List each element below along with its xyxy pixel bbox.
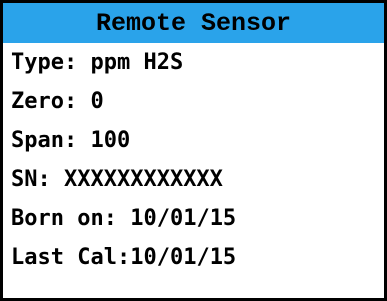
sensor-type-value: ppm H2S <box>90 50 184 75</box>
born-on-row: Born on: 10/01/15 <box>11 199 384 238</box>
span-row: Span: 100 <box>11 121 384 160</box>
zero-value: 0 <box>90 89 104 114</box>
zero-label: Zero: <box>11 89 91 114</box>
born-on-value: 10/01/15 <box>130 206 237 231</box>
zero-row: Zero: 0 <box>11 82 384 121</box>
sensor-readings: Type: ppm H2S Zero: 0 Span: 100 SN: XXXX… <box>3 43 384 277</box>
sensor-display: Remote Sensor Type: ppm H2S Zero: 0 Span… <box>0 0 387 301</box>
serial-number-label: SN: <box>11 167 64 192</box>
last-cal-label: Last Cal: <box>11 245 131 270</box>
born-on-label: Born on: <box>11 206 131 231</box>
span-value: 100 <box>90 128 131 153</box>
serial-number-value: XXXXXXXXXXXX <box>63 167 223 192</box>
last-cal-value: 10/01/15 <box>130 245 237 270</box>
sensor-type-label: Type: <box>11 50 91 75</box>
serial-number-row: SN: XXXXXXXXXXXX <box>11 160 384 199</box>
last-cal-row: Last Cal:10/01/15 <box>11 238 384 277</box>
sensor-type-row: Type: ppm H2S <box>11 43 384 82</box>
display-title: Remote Sensor <box>3 3 384 43</box>
span-label: Span: <box>11 128 91 153</box>
